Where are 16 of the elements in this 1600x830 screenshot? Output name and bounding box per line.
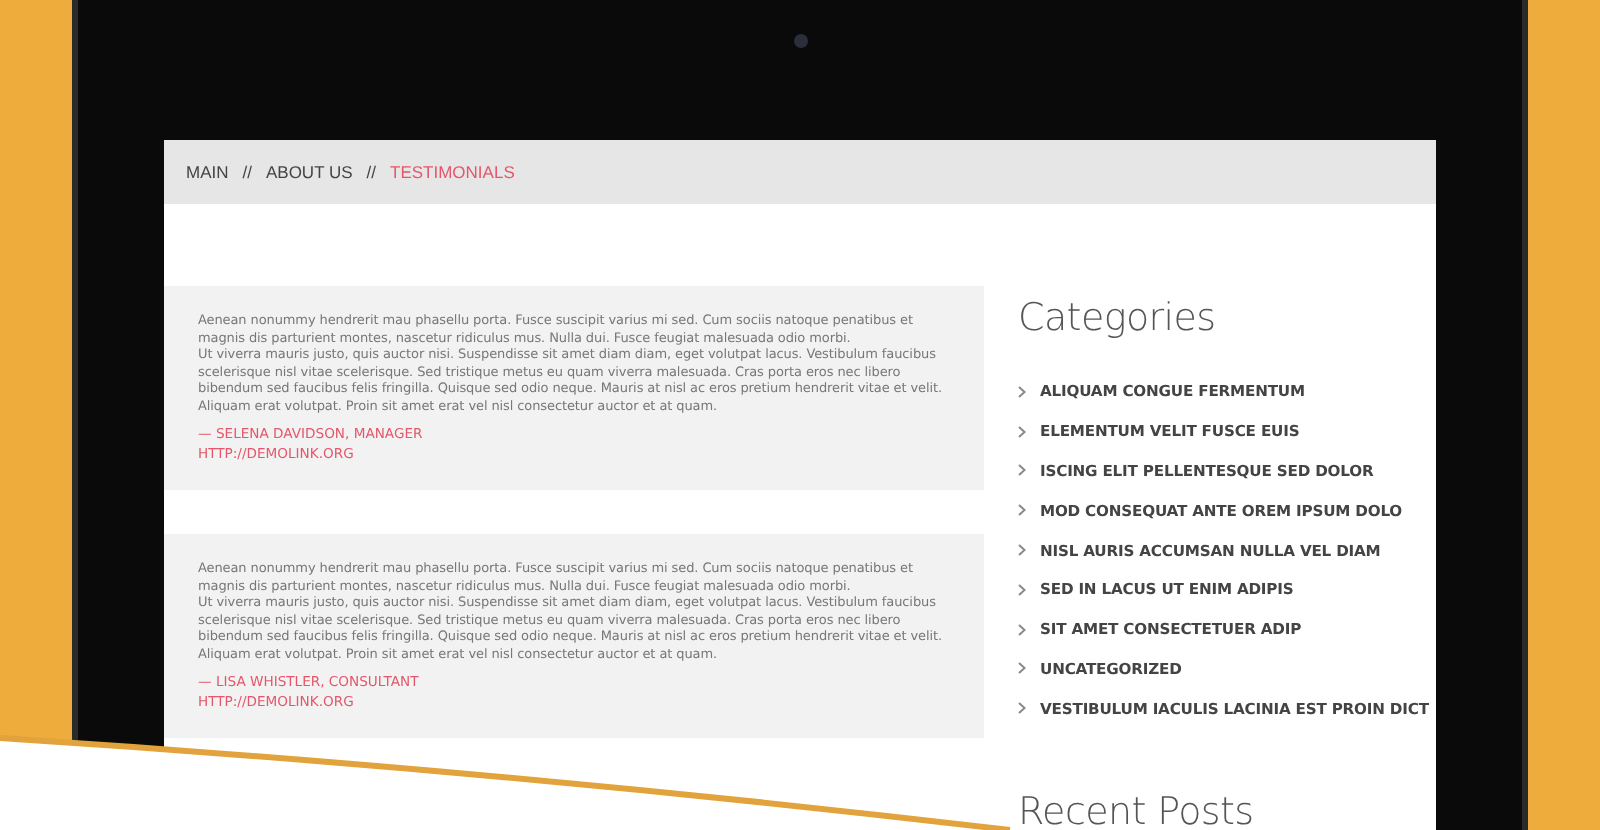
chevron-right-icon <box>1018 544 1026 557</box>
chevron-right-icon <box>1018 702 1026 715</box>
chevron-right-icon <box>1018 623 1026 636</box>
camera-icon <box>793 34 807 48</box>
chevron-right-icon <box>1018 662 1026 675</box>
breadcrumb-link[interactable]: MAIN <box>186 162 229 182</box>
chevron-right-icon <box>1018 425 1026 438</box>
chevron-right-icon <box>1018 504 1026 517</box>
chevron-right-icon <box>1018 583 1026 596</box>
widget-heading: Categories <box>1018 296 1218 340</box>
chevron-right-icon <box>1018 385 1026 398</box>
breadcrumb-link[interactable]: ABOUT US <box>265 162 353 182</box>
widget-heading: Recent Posts <box>1018 790 1256 830</box>
breadcrumb-separator: // <box>242 162 252 182</box>
breadcrumb-separator: // <box>366 162 377 182</box>
chevron-right-icon <box>1018 464 1026 477</box>
